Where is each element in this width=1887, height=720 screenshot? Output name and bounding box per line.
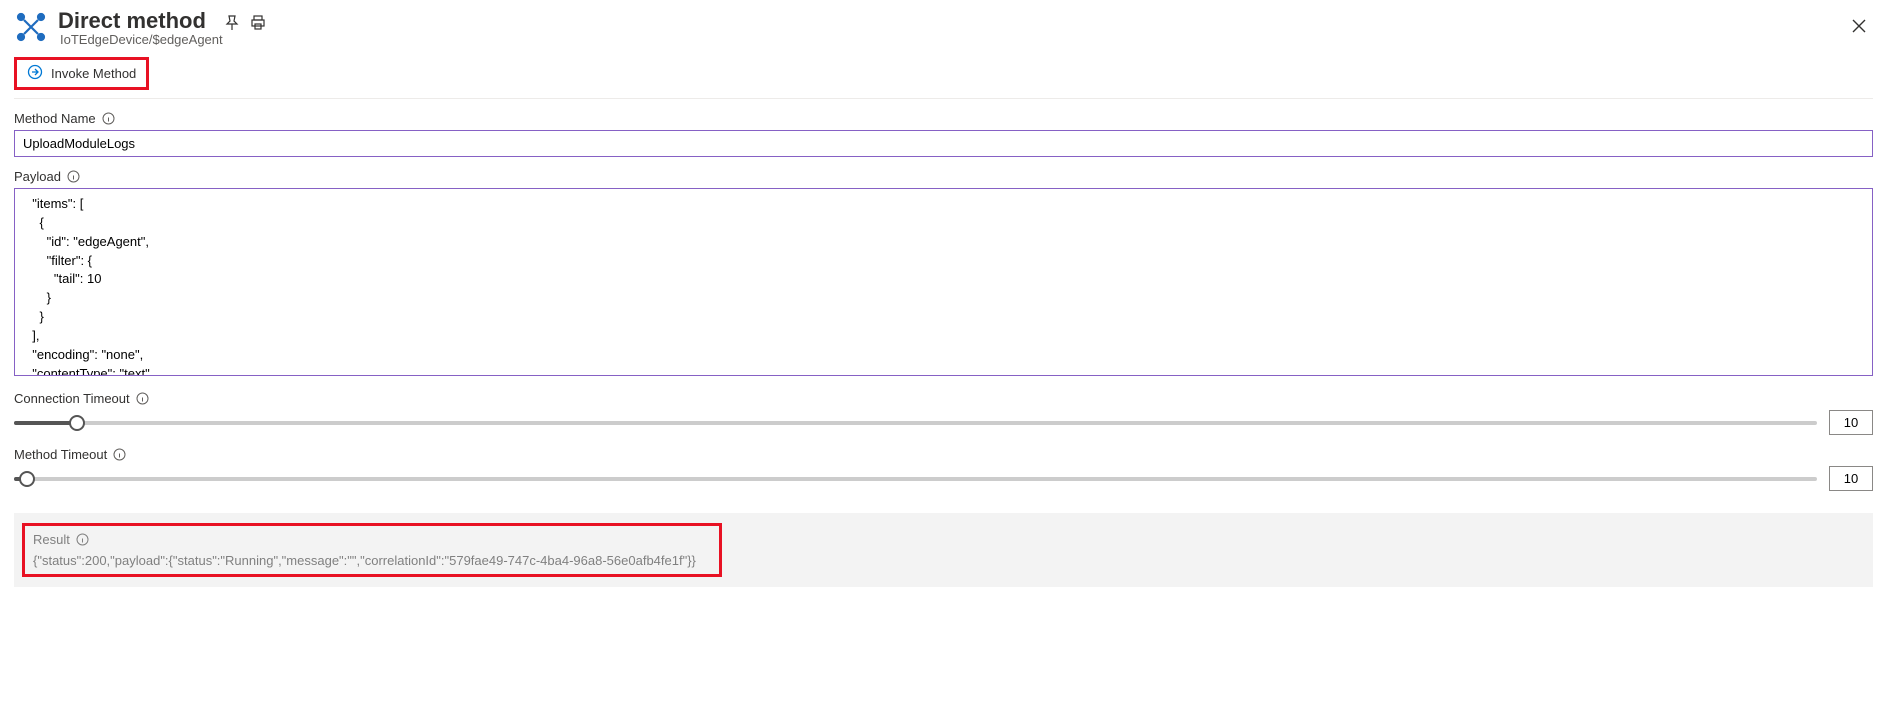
method-timeout-value[interactable] — [1829, 466, 1873, 491]
invoke-arrow-icon — [27, 64, 43, 83]
info-icon[interactable] — [67, 170, 80, 183]
method-timeout-field: Method Timeout — [14, 447, 1873, 491]
info-icon[interactable] — [102, 112, 115, 125]
payload-field: Payload — [14, 169, 1873, 379]
breadcrumb: IoTEdgeDevice/$edgeAgent — [60, 32, 266, 47]
result-label: Result — [33, 532, 70, 547]
direct-method-icon — [14, 10, 48, 44]
method-timeout-slider[interactable] — [14, 468, 1817, 490]
payload-label: Payload — [14, 169, 61, 184]
page-header: Direct method IoTEdgeDevice/$edgeAgent — [14, 8, 1873, 47]
method-name-field: Method Name — [14, 111, 1873, 157]
result-section: Result {"status":200,"payload":{"status"… — [14, 513, 1873, 587]
info-icon[interactable] — [136, 392, 149, 405]
connection-timeout-slider[interactable] — [14, 412, 1817, 434]
connection-timeout-value[interactable] — [1829, 410, 1873, 435]
result-output: {"status":200,"payload":{"status":"Runni… — [33, 553, 711, 568]
close-button[interactable] — [1845, 12, 1873, 43]
info-icon[interactable] — [113, 448, 126, 461]
invoke-method-button[interactable]: Invoke Method — [14, 57, 149, 90]
connection-timeout-label: Connection Timeout — [14, 391, 130, 406]
method-timeout-label: Method Timeout — [14, 447, 107, 462]
info-icon[interactable] — [76, 533, 89, 546]
close-icon — [1851, 22, 1867, 37]
payload-input[interactable] — [14, 188, 1873, 376]
invoke-method-label: Invoke Method — [51, 66, 136, 81]
method-name-label: Method Name — [14, 111, 96, 126]
toolbar: Invoke Method — [14, 57, 1873, 99]
connection-timeout-field: Connection Timeout — [14, 391, 1873, 435]
method-name-input[interactable] — [14, 130, 1873, 157]
page-title: Direct method — [58, 8, 206, 33]
